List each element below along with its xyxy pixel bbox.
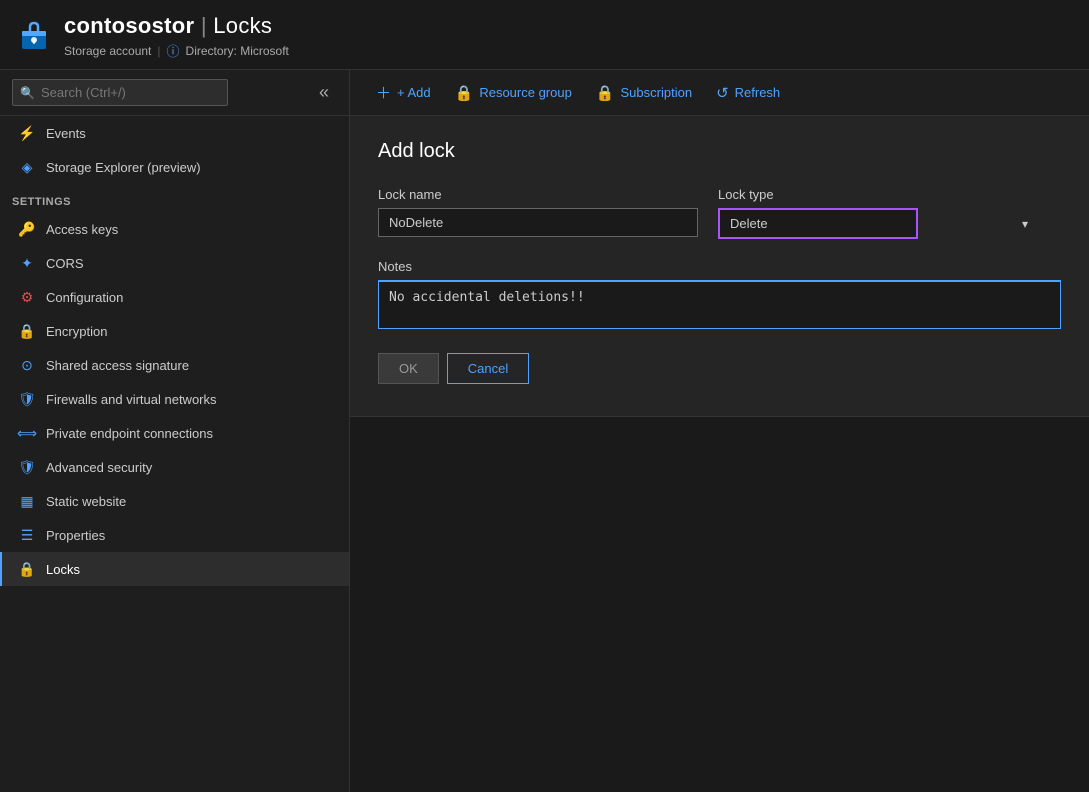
- lock-name-input[interactable]: [378, 208, 698, 237]
- sidebar-item-label: Firewalls and virtual networks: [46, 392, 217, 407]
- sas-icon: ⊙: [18, 356, 36, 374]
- add-lock-panel: Add lock Lock name Lock type Delete Read…: [350, 116, 1089, 417]
- page-section: Locks: [213, 13, 272, 38]
- sidebar-item-events[interactable]: ⚡ Events: [0, 116, 349, 150]
- private-endpoint-icon: ⟺: [18, 424, 36, 442]
- sidebar-item-access-keys[interactable]: 🔑 Access keys: [0, 212, 349, 246]
- main-layout: ⚡ Events ◈ Storage Explorer (preview) Se…: [0, 116, 1089, 792]
- encryption-icon: 🔒: [18, 322, 36, 340]
- action-row: OK Cancel: [378, 353, 1061, 384]
- access-keys-icon: 🔑: [18, 220, 36, 238]
- cors-icon: ✦: [18, 254, 36, 272]
- form-row-top: Lock name Lock type Delete ReadOnly ▾: [378, 187, 1061, 239]
- sidebar-item-firewalls[interactable]: 🛡 Firewalls and virtual networks: [0, 382, 349, 416]
- sidebar-item-label: Static website: [46, 494, 126, 509]
- sidebar-item-configuration[interactable]: ⚙ Configuration: [0, 280, 349, 314]
- sidebar-scroll: ⚡ Events ◈ Storage Explorer (preview) Se…: [0, 116, 349, 792]
- sidebar-item-label: Properties: [46, 528, 105, 543]
- ok-button[interactable]: OK: [378, 353, 439, 384]
- add-label: + Add: [397, 85, 431, 100]
- title-separator: |: [194, 13, 213, 38]
- sidebar-item-label: Access keys: [46, 222, 118, 237]
- notes-row: Notes No accidental deletions!!: [378, 259, 1061, 329]
- cancel-button[interactable]: Cancel: [447, 353, 529, 384]
- sidebar-item-label: Events: [46, 126, 86, 141]
- properties-icon: ☰: [18, 526, 36, 544]
- add-button[interactable]: ＋ + Add: [366, 77, 441, 108]
- lock-icon: 🔒: [455, 84, 474, 102]
- directory-label: Directory: Microsoft: [186, 44, 289, 58]
- lock-icon-2: 🔒: [596, 84, 615, 102]
- sidebar-item-label: Shared access signature: [46, 358, 189, 373]
- notes-textarea[interactable]: No accidental deletions!!: [378, 280, 1061, 329]
- add-icon: ＋: [376, 82, 391, 103]
- add-lock-title: Add lock: [378, 140, 1061, 163]
- chevron-down-icon: ▾: [1022, 217, 1028, 231]
- toolbar: ＋ + Add 🔒 Resource group 🔒 Subscription …: [350, 71, 1089, 114]
- locks-icon: 🔒: [18, 560, 36, 578]
- sidebar-item-properties[interactable]: ☰ Properties: [0, 518, 349, 552]
- sidebar-item-label: Storage Explorer (preview): [46, 160, 201, 175]
- header-text: contosostor | Locks Storage account | ⓘ …: [64, 13, 289, 60]
- sidebar-item-label: Locks: [46, 562, 80, 577]
- lock-type-label: Lock type: [718, 187, 1038, 202]
- sidebar-item-storage-explorer[interactable]: ◈ Storage Explorer (preview): [0, 150, 349, 184]
- sidebar-item-label: Encryption: [46, 324, 107, 339]
- sidebar-item-private-endpoint[interactable]: ⟺ Private endpoint connections: [0, 416, 349, 450]
- notes-label: Notes: [378, 259, 1061, 274]
- storage-explorer-icon: ◈: [18, 158, 36, 176]
- lock-type-field: Lock type Delete ReadOnly ▾: [718, 187, 1038, 239]
- info-icon[interactable]: ⓘ: [167, 41, 180, 60]
- settings-section-label: Settings: [0, 184, 349, 212]
- refresh-icon: ↺: [716, 84, 729, 102]
- subtitle-divider: |: [157, 44, 160, 58]
- resource-group-label: Resource group: [479, 85, 572, 100]
- ok-label: OK: [399, 361, 418, 376]
- cancel-label: Cancel: [468, 361, 508, 376]
- resource-name: contosostor: [64, 13, 194, 38]
- sidebar-item-advanced-security[interactable]: 🛡 Advanced security: [0, 450, 349, 484]
- app-icon: [16, 19, 52, 55]
- sidebar-item-encryption[interactable]: 🔒 Encryption: [0, 314, 349, 348]
- sidebar-item-static-website[interactable]: ▦ Static website: [0, 484, 349, 518]
- search-wrapper: 🔍: [12, 79, 303, 106]
- collapse-sidebar-button[interactable]: «: [311, 78, 337, 107]
- sidebar-item-label: Advanced security: [46, 460, 152, 475]
- sidebar-item-cors[interactable]: ✦ CORS: [0, 246, 349, 280]
- advanced-security-icon: 🛡: [18, 458, 36, 476]
- subscription-button[interactable]: 🔒 Subscription: [586, 79, 702, 107]
- refresh-label: Refresh: [735, 85, 781, 100]
- lock-type-select[interactable]: Delete ReadOnly: [718, 208, 918, 239]
- resource-type: Storage account: [64, 44, 151, 58]
- resource-group-button[interactable]: 🔒 Resource group: [445, 79, 582, 107]
- sidebar: ⚡ Events ◈ Storage Explorer (preview) Se…: [0, 116, 350, 792]
- lock-name-label: Lock name: [378, 187, 698, 202]
- refresh-button[interactable]: ↺ Refresh: [706, 79, 790, 107]
- sidebar-item-label: CORS: [46, 256, 84, 271]
- subscription-label: Subscription: [621, 85, 693, 100]
- top-bar: 🔍 « ＋ + Add 🔒 Resource group 🔒 Subscript…: [0, 70, 1089, 116]
- events-icon: ⚡: [18, 124, 36, 142]
- lock-type-select-wrapper: Delete ReadOnly ▾: [718, 208, 1038, 239]
- header: contosostor | Locks Storage account | ⓘ …: [0, 0, 1089, 70]
- firewalls-icon: 🛡: [18, 390, 36, 408]
- header-subtitle: Storage account | ⓘ Directory: Microsoft: [64, 41, 289, 60]
- sidebar-item-locks[interactable]: 🔒 Locks: [0, 552, 349, 586]
- page-title: contosostor | Locks: [64, 13, 289, 39]
- content-area: Add lock Lock name Lock type Delete Read…: [350, 116, 1089, 792]
- sidebar-item-label: Private endpoint connections: [46, 426, 213, 441]
- static-website-icon: ▦: [18, 492, 36, 510]
- configuration-icon: ⚙: [18, 288, 36, 306]
- lock-name-field: Lock name: [378, 187, 698, 239]
- search-area: 🔍 «: [0, 70, 350, 115]
- sidebar-item-label: Configuration: [46, 290, 123, 305]
- sidebar-item-shared-access-signature[interactable]: ⊙ Shared access signature: [0, 348, 349, 382]
- search-input[interactable]: [12, 79, 228, 106]
